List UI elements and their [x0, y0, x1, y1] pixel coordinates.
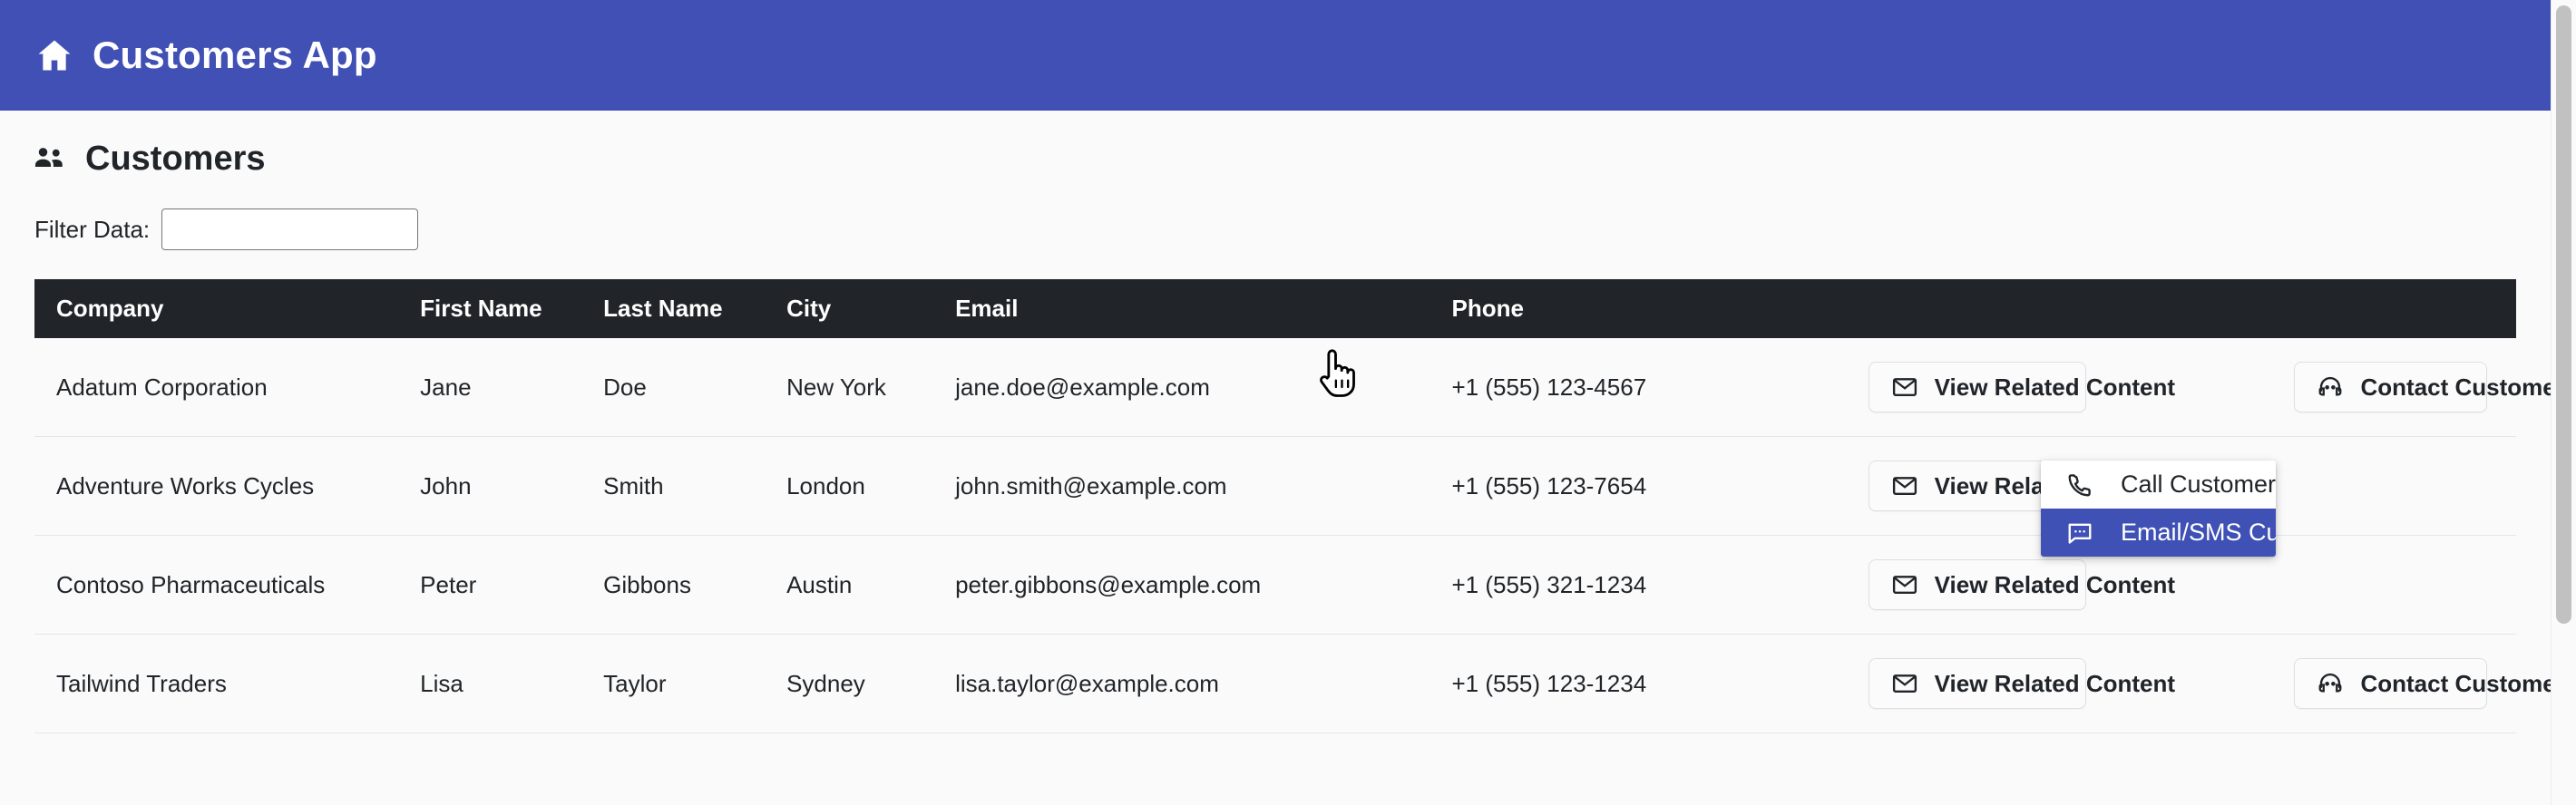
cell-action-contact: Contact Customer: [2294, 338, 2565, 437]
cell-city: New York: [786, 338, 956, 437]
filter-row: Filter Data:: [34, 209, 2516, 250]
cell-last-name: Smith: [603, 436, 787, 536]
cell-action-related: View Related Content: [1868, 338, 2295, 437]
customers-app-window: Customers App Customers Filter Data: Com…: [0, 0, 2576, 805]
headset-icon: [2317, 670, 2344, 697]
cell-action-contact: [2294, 436, 2516, 536]
cell-action-contact: [2294, 535, 2516, 635]
filter-label: Filter Data:: [34, 215, 151, 243]
cell-company: Tailwind Traders: [34, 634, 421, 733]
envelope-icon: [1891, 373, 1918, 401]
cell-first-name: Lisa: [420, 634, 604, 733]
cell-last-name: Gibbons: [603, 535, 787, 635]
column-header-first-name: First Name: [420, 279, 604, 338]
cell-company: Contoso Pharmaceuticals: [34, 535, 421, 635]
contact-customer-label: Contact Customer: [2360, 373, 2565, 401]
cell-company: Adatum Corporation: [34, 338, 421, 437]
page-title: Customers: [85, 140, 266, 178]
cell-first-name: Jane: [420, 338, 604, 437]
envelope-icon: [1891, 670, 1918, 697]
headset-icon: [2317, 373, 2344, 401]
table-row[interactable]: Adatum Corporation Jane Doe New York jan…: [34, 338, 2565, 437]
cell-phone: +1 (555) 321-1234: [1451, 535, 1869, 635]
table-header: Company First Name Last Name City Email …: [34, 279, 2516, 338]
contact-customer-dropdown-menu: Call Customer Email/SMS Customer: [2041, 461, 2276, 557]
cell-city: London: [786, 436, 956, 536]
cell-first-name: John: [420, 436, 604, 536]
cell-phone: +1 (555) 123-7654: [1451, 436, 1869, 536]
cell-first-name: Peter: [420, 535, 604, 635]
cell-last-name: Taylor: [603, 634, 787, 733]
cell-phone: +1 (555) 123-1234: [1451, 634, 1869, 733]
app-header-bar: Customers App: [0, 0, 2551, 111]
cell-email: lisa.taylor@example.com: [955, 634, 1452, 733]
phone-icon: [2066, 471, 2093, 499]
column-header-company: Company: [34, 279, 421, 338]
cell-email: jane.doe@example.com: [955, 338, 1452, 437]
table-header-row: Company First Name Last Name City Email …: [34, 279, 2516, 338]
menu-item-email-sms-customer[interactable]: Email/SMS Customer: [2041, 509, 2276, 557]
column-header-email: Email: [955, 279, 1452, 338]
app-title: Customers App: [93, 34, 377, 76]
menu-item-call-customer-label: Call Customer: [2121, 470, 2276, 498]
vertical-scrollbar-thumb[interactable]: [2556, 5, 2571, 624]
contact-customer-button[interactable]: Contact Customer: [2294, 658, 2565, 709]
cell-action-contact: Contact Customer: [2294, 634, 2565, 733]
view-related-content-label: View Related Content: [1934, 373, 2176, 401]
table-row[interactable]: Tailwind Traders Lisa Taylor Sydney lisa…: [34, 634, 2565, 733]
filter-input[interactable]: [161, 209, 419, 250]
envelope-icon: [1891, 472, 1918, 499]
people-icon: [34, 141, 69, 176]
cell-last-name: Doe: [603, 338, 787, 437]
column-header-actions-1: [1868, 279, 2295, 338]
cell-email: john.smith@example.com: [955, 436, 1452, 536]
cell-city: Austin: [786, 535, 956, 635]
view-related-content-button[interactable]: View Related Content: [1868, 658, 2175, 709]
menu-item-email-sms-customer-label: Email/SMS Customer: [2121, 519, 2276, 546]
page-content: Customers Filter Data: Company First Nam…: [0, 111, 2565, 805]
view-related-content-button[interactable]: View Related Content: [1868, 559, 2175, 610]
home-icon: [34, 35, 74, 75]
cell-action-related: View Related Content: [1868, 634, 2295, 733]
contact-customer-label: Contact Customer: [2360, 669, 2565, 697]
view-related-content-label: View Related Content: [1934, 669, 2176, 697]
cell-phone: +1 (555) 123-4567: [1451, 338, 1869, 437]
cell-email: peter.gibbons@example.com: [955, 535, 1452, 635]
column-header-last-name: Last Name: [603, 279, 787, 338]
vertical-scrollbar-track[interactable]: [2551, 0, 2576, 805]
view-related-content-label: View Related Content: [1934, 570, 2176, 598]
column-header-actions-2: [2294, 279, 2516, 338]
sms-icon: [2066, 519, 2093, 547]
column-header-city: City: [786, 279, 956, 338]
cell-company: Adventure Works Cycles: [34, 436, 421, 536]
page-title-row: Customers: [34, 111, 2516, 176]
menu-item-call-customer[interactable]: Call Customer: [2041, 461, 2276, 509]
cell-city: Sydney: [786, 634, 956, 733]
envelope-icon: [1891, 571, 1918, 598]
contact-customer-button[interactable]: Contact Customer: [2294, 362, 2565, 412]
view-related-content-button[interactable]: View Related Content: [1868, 362, 2175, 412]
column-header-phone: Phone: [1451, 279, 1869, 338]
